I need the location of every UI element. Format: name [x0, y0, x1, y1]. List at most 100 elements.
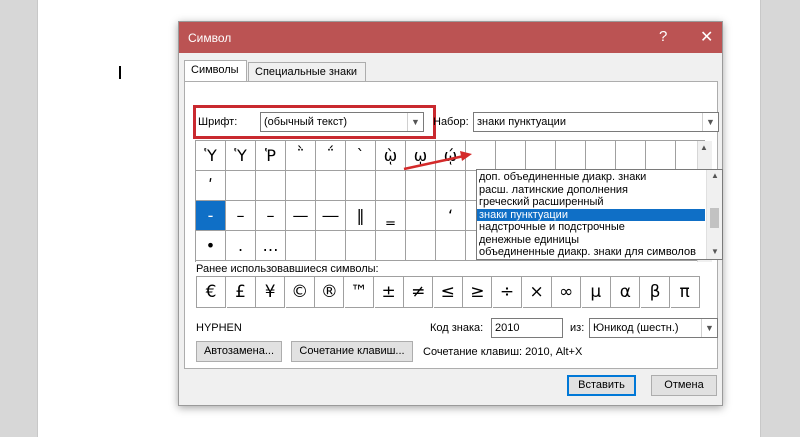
- cancel-button[interactable]: Отмена: [651, 375, 717, 396]
- symbol-cell[interactable]: •: [196, 231, 226, 261]
- scroll-up-icon[interactable]: ▲: [700, 143, 708, 152]
- symbol-cell[interactable]: ῳ: [406, 141, 436, 171]
- recent-symbol-cell[interactable]: ≥: [463, 277, 493, 308]
- help-button[interactable]: ?: [659, 28, 667, 45]
- symbol-cell[interactable]: ΅: [316, 141, 346, 171]
- symbol-cell[interactable]: [496, 141, 526, 171]
- character-name: HYPHEN: [196, 322, 242, 334]
- subset-label: Набор:: [433, 116, 469, 128]
- autocorrect-button[interactable]: Автозамена...: [196, 341, 282, 362]
- symbol-cell[interactable]: [556, 141, 586, 171]
- font-select[interactable]: (обычный текст) ▼: [260, 112, 424, 132]
- font-label: Шрифт:: [198, 116, 238, 128]
- symbol-cell[interactable]: –: [226, 201, 256, 231]
- character-code-field[interactable]: 2010: [491, 318, 563, 338]
- symbol-cell[interactable]: ‘: [436, 201, 466, 231]
- recent-symbol-cell[interactable]: £: [226, 277, 256, 308]
- chevron-down-icon[interactable]: ▼: [701, 319, 717, 337]
- subset-option[interactable]: расш. латинские дополнения: [477, 184, 705, 196]
- symbol-cell[interactable]: –: [256, 201, 286, 231]
- subset-option[interactable]: надстрочные и подстрочные: [477, 221, 705, 233]
- recent-symbol-cell[interactable]: ≤: [433, 277, 463, 308]
- recent-symbol-cell[interactable]: ∞: [552, 277, 582, 308]
- symbol-cell[interactable]: `: [346, 141, 376, 171]
- symbol-cell[interactable]: ‖: [346, 201, 376, 231]
- recent-symbol-cell[interactable]: ≠: [404, 277, 434, 308]
- symbol-cell[interactable]: Ῥ: [256, 141, 286, 171]
- symbol-cell[interactable]: [316, 171, 346, 201]
- dropdown-scroll-thumb[interactable]: [710, 208, 719, 228]
- encoding-select[interactable]: Юникод (шестн.) ▼: [589, 318, 718, 338]
- symbol-cell[interactable]: [586, 141, 616, 171]
- symbol-cell[interactable]: .: [226, 231, 256, 261]
- code-label: Код знака:: [430, 322, 484, 334]
- symbol-dialog: Символ ? ✕ Символы Специальные знаки Шри…: [178, 21, 723, 406]
- subset-option[interactable]: греческий расширенный: [477, 196, 705, 208]
- symbol-cell[interactable]: [316, 231, 346, 261]
- chevron-down-icon[interactable]: ▼: [407, 113, 423, 131]
- subset-option[interactable]: доп. объединенные диакр. знаки: [477, 171, 705, 183]
- recent-symbol-cell[interactable]: ÷: [493, 277, 522, 308]
- subset-option[interactable]: знаки пунктуации: [477, 208, 705, 221]
- symbol-cell[interactable]: [436, 231, 466, 261]
- shortcut-key-button[interactable]: Сочетание клавиш...: [291, 341, 413, 362]
- symbol-cell[interactable]: [256, 171, 286, 201]
- recent-symbols-label: Ранее использовавшиеся символы:: [196, 263, 379, 275]
- symbol-cell[interactable]: ῴ: [436, 141, 466, 171]
- tab-symbols[interactable]: Символы: [184, 60, 247, 82]
- symbols-panel: Шрифт: (обычный текст) ▼ Набор: знаки пу…: [184, 81, 723, 369]
- font-select-value: (обычный текст): [264, 116, 348, 128]
- recent-symbol-cell[interactable]: ©: [285, 277, 315, 308]
- symbol-cell[interactable]: [616, 141, 646, 171]
- character-code-value: 2010: [495, 322, 520, 334]
- encoding-select-value: Юникод (шестн.): [593, 322, 679, 334]
- symbol-cell[interactable]: —: [286, 201, 316, 231]
- recent-symbol-cell[interactable]: €: [197, 277, 226, 308]
- insert-button[interactable]: Вставить: [567, 375, 636, 396]
- close-icon[interactable]: ✕: [700, 27, 713, 47]
- subset-dropdown-list[interactable]: ▲ ▼ доп. объединенные диакр. знаки расш. …: [476, 169, 723, 260]
- symbol-cell[interactable]: [376, 231, 406, 261]
- dialog-titlebar[interactable]: Символ ? ✕: [179, 22, 722, 53]
- recent-symbol-cell[interactable]: ®: [315, 277, 345, 308]
- symbol-cell[interactable]: [346, 171, 376, 201]
- chevron-down-icon[interactable]: ▼: [702, 113, 718, 131]
- recent-symbol-cell[interactable]: π: [670, 277, 700, 308]
- recent-symbol-cell[interactable]: µ: [581, 277, 611, 308]
- symbol-cell[interactable]: [286, 171, 316, 201]
- recent-symbol-cell[interactable]: β: [641, 277, 670, 308]
- symbol-cell[interactable]: [286, 231, 316, 261]
- symbol-cell[interactable]: [466, 141, 496, 171]
- recent-symbol-cell[interactable]: ±: [374, 277, 404, 308]
- recent-symbol-cell[interactable]: ™: [345, 277, 374, 308]
- symbol-cell[interactable]: …: [256, 231, 286, 261]
- symbol-cell[interactable]: [226, 171, 256, 201]
- symbol-cell[interactable]: Ὑ: [226, 141, 256, 171]
- symbol-cell[interactable]: ―: [316, 201, 346, 231]
- symbol-cell[interactable]: ‗: [376, 201, 406, 231]
- symbol-cell[interactable]: [646, 141, 676, 171]
- symbol-cell[interactable]: [406, 201, 436, 231]
- symbol-cell[interactable]: [436, 171, 466, 201]
- scroll-down-icon[interactable]: ▼: [711, 247, 719, 256]
- recent-symbol-cell[interactable]: ¥: [256, 277, 286, 308]
- recent-symbol-cell[interactable]: ×: [522, 277, 552, 308]
- subset-select[interactable]: знаки пунктуации ▼: [473, 112, 719, 132]
- tab-special-characters[interactable]: Специальные знаки: [248, 62, 366, 82]
- symbol-cell[interactable]: [406, 231, 436, 261]
- symbol-cell[interactable]: ‐: [196, 201, 226, 231]
- symbol-cell[interactable]: ῭: [286, 141, 316, 171]
- dropdown-scrollbar[interactable]: ▲ ▼: [706, 170, 722, 259]
- subset-option[interactable]: объединенные диакр. знаки для символов: [477, 246, 705, 258]
- symbol-cell[interactable]: [406, 171, 436, 201]
- scroll-up-icon[interactable]: ▲: [711, 171, 719, 180]
- symbol-cell[interactable]: ʹ: [196, 171, 226, 201]
- symbol-cell[interactable]: [526, 141, 556, 171]
- recent-symbol-cell[interactable]: α: [611, 277, 641, 308]
- symbol-cell[interactable]: Ὑ: [196, 141, 226, 171]
- subset-option[interactable]: денежные единицы: [477, 234, 705, 246]
- dialog-title: Символ: [188, 31, 232, 45]
- symbol-cell[interactable]: [346, 231, 376, 261]
- symbol-cell[interactable]: [376, 171, 406, 201]
- symbol-cell[interactable]: ῲ: [376, 141, 406, 171]
